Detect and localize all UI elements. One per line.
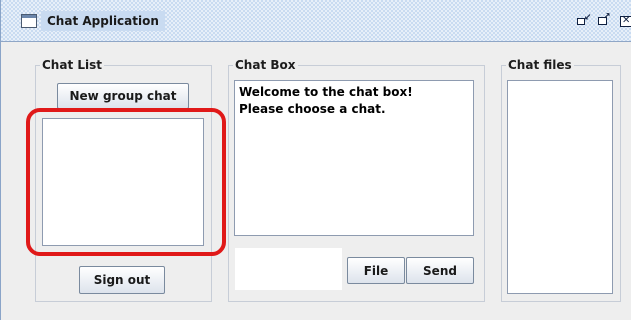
chat-messages[interactable]: Welcome to the chat box! Please choose a… [234,80,474,236]
chat-list[interactable] [42,118,204,246]
window-icon [21,14,37,28]
window-title: Chat Application [41,11,165,31]
send-button[interactable]: Send [406,257,474,284]
close-icon[interactable]: ✕ [616,13,631,28]
minimize-icon[interactable]: ↙ [575,13,592,28]
message-input[interactable] [235,248,342,290]
chat-message: Please choose a chat. [239,102,386,116]
chat-box-title: Chat Box [235,58,296,72]
maximize-icon[interactable]: ↗ [595,13,611,28]
file-button[interactable]: File [347,257,405,284]
chat-message: Welcome to the chat box! [239,85,413,99]
chat-application-window: Chat Application ↙ ↗ ✕ Chat List New gro… [0,0,631,320]
chat-files-title: Chat files [508,58,572,72]
chat-files-list[interactable] [507,80,613,294]
new-group-chat-button[interactable]: New group chat [57,83,189,109]
sign-out-button[interactable]: Sign out [79,266,165,294]
title-bar[interactable]: Chat Application ↙ ↗ ✕ [1,0,631,42]
chat-list-title: Chat List [42,58,102,72]
